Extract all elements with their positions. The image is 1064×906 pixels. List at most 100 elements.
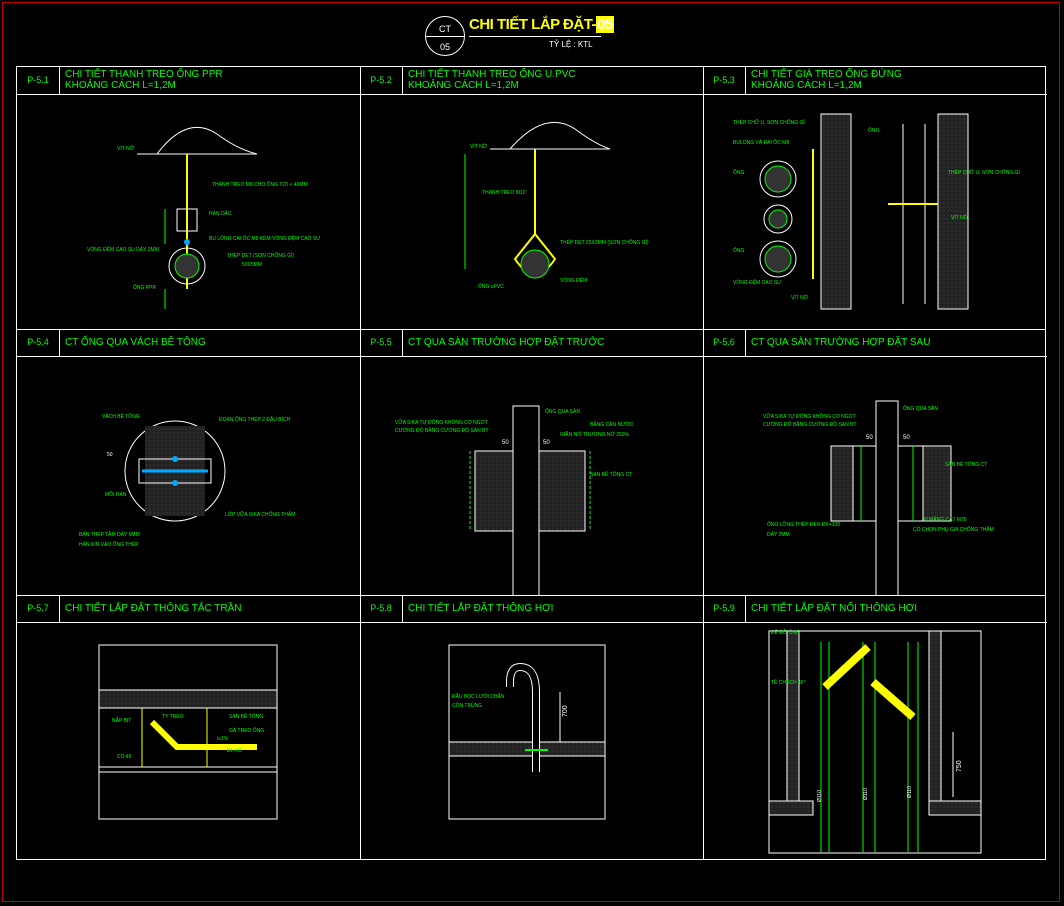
label-weld: HÀN KÍN VÀO ỐNG THÉP [79, 541, 139, 548]
label-slope: i≥1% [217, 736, 229, 742]
label-wall: VÁCH BÊ TÔNG [102, 412, 140, 420]
cell-title: CHI TIẾT LẮP ĐẶT THÔNG HƠI [408, 603, 554, 614]
label-vit-no: VÍT NỞ [791, 294, 809, 301]
cell-p5-3: P-5.3 CHI TIẾT GIÁ TREO ỐNG ĐỨNG KHOẢNG C… [703, 67, 1047, 329]
label-sleeve: ỐNG LỒNG THÉP ĐEN ĐK+100 [767, 521, 840, 528]
label-rod: TY TREO [162, 714, 184, 720]
label-pipe: ỐNG uPVC [478, 283, 504, 290]
cell-id: P-5.6 [703, 329, 746, 356]
label-grout: LỚP VỮA SIKA CHỐNG THẤM [225, 511, 295, 518]
label-pipe: ỐNG QUA SÀN [903, 405, 938, 412]
sheet-title: CHI TIẾT LẮP ĐẶT-05 [469, 16, 614, 33]
detail-grid: P-5.1 CHI TIẾT THANH TREO ỐNG PPR KHOẢNG … [16, 66, 1047, 861]
dim-50: 50 [107, 452, 113, 458]
pipe-size: Ø110 [863, 788, 869, 800]
label-vit-no2: VÍT NỞ [951, 214, 969, 221]
label-thick: DÀY 2MM [767, 531, 790, 538]
label-pipe1: ỐNG [733, 169, 745, 176]
title-underline [469, 36, 601, 37]
label-pipe: ỐNG QUA SÀN [545, 408, 580, 415]
dim-700: 700 [562, 705, 569, 717]
cell-title: CHI TIẾT LẮP ĐẶT NỐI THÔNG HƠI [751, 603, 918, 614]
label-pipe: ỐNG PPR [133, 284, 156, 291]
label-ring: VÒNG ĐỆM [560, 276, 587, 284]
cell-id: P-5.4 [17, 329, 60, 356]
label-nut: HÀN DẶC [209, 210, 232, 217]
cell-p5-1: P-5.1 CHI TIẾT THANH TREO ỐNG PPR KHOẢNG … [17, 67, 360, 329]
label-rod: THANH TREO M8 CHO ỐNG TỚI < 40MM [212, 181, 308, 188]
label-swell: GIÃN NỞ TRƯƠNG NỞ 250% [560, 431, 630, 438]
label-mortar2: CƯỜNG ĐỘ BẰNG CƯỜNG ĐỘ SÀN BT [763, 420, 857, 428]
sheet-title-block: CT 05 CHI TIẾT LẮP ĐẶT-05 TỶ LỆ : KTL [425, 12, 625, 58]
cell-p5-7: P-5.7 CHI TIẾT LẮP ĐẶT THÔNG TẮC TRẦN NẮ… [17, 595, 360, 861]
cell-p5-9: P-5.9 CHI TIẾT LẮP ĐẶT NỐI THÔNG HƠI ĐỀ … [703, 595, 1047, 861]
label-pipe: ĐỀ ĐỠ ỐNG [771, 629, 800, 636]
label-clamp: THÉP DẸT (SƠN CHỐNG GỈ) [227, 252, 294, 259]
dim-50: 50 [502, 440, 509, 446]
label-rod: THANH TREO M10 [482, 190, 526, 196]
drawing-wall-sleeve: VÁCH BÊ TÔNG ĐOẠN ỐNG THÉP 2 ĐẦU BÍCH LỚ… [79, 412, 295, 548]
drawing-vent: ĐẦU BỌC LƯỚI CHẮN CÔN TRÙNG 700 [448, 644, 606, 820]
cell-title: CHI TIẾT THANH TREO ỐNG U.PVC KHOẢNG CÁCH… [408, 69, 576, 91]
label-ceiling: SÀN BÊ TÔNG [229, 712, 263, 720]
label-vit-no: VÍT NỞ [470, 143, 488, 150]
cell-id: P-5.5 [360, 329, 403, 356]
label-bolt: BU LÔNG CAI ỐC M8 KÈM VÒNG ĐỆM CAO SU [209, 234, 320, 242]
label-cap: NẮP BỊT [112, 716, 131, 724]
label-rubber: VÒNG ĐỆM CAO SU [733, 278, 781, 286]
cell-title: CT QUA SÀN TRƯỜNG HỢP ĐẶT TRƯỚC [408, 337, 605, 348]
label-bolt: BULONG VÀ ĐAI ỐC M8 [733, 139, 789, 146]
label-slab: SÀN BÊ TÔNG CT [590, 470, 632, 478]
label-mortar2: CƯỜNG ĐỘ BẰNG CƯỜNG ĐỘ SÀN BT [395, 426, 489, 434]
label-pipe2: ỐNG [733, 247, 745, 254]
pipe-size: Ø110 [817, 790, 823, 802]
cell-p5-5: P-5.5 CT QUA SÀN TRƯỜNG HỢP ĐẶT TRƯỚC VỮ… [360, 329, 703, 595]
cell-title: CHI TIẾT LẮP ĐẶT THÔNG TẮC TRẦN [65, 603, 242, 614]
cell-title: CHI TIẾT THANH TREO ỐNG PPR KHOẢNG CÁCH L… [65, 69, 223, 91]
cell-p5-2: P-5.2 CHI TIẾT THANH TREO ỐNG U.PVC KHOẢN… [360, 67, 703, 329]
drawing-riser-bracket: THÉP CHỮ U, SƠN CHỐNG GỈ BULONG VÀ ĐAI Ố… [733, 113, 1020, 310]
cell-id: P-5.1 [17, 67, 60, 94]
label-rubber: VÒNG ĐỆM CAO SU DÀY 3MM [87, 245, 159, 253]
cell-p5-6: P-5.6 CT QUA SÀN TRƯỜNG HỢP ĐẶT SAU VỮA … [703, 329, 1047, 595]
label-additive2: CÓ CHỌN PHỤ GIA CHỐNG THẤM [913, 526, 994, 533]
label-clamp-size: 50X5MM [242, 262, 262, 268]
drawing-hanger-upvc: VÍT NỞ THANH TREO M10 THÉP DẸT 25X3MM (S… [464, 121, 649, 290]
label-strap: THÉP DẸT 25X3MM (SƠN CHỐNG GỈ) [560, 239, 649, 246]
label-slab: SÀN BÊ TÔNG CT [945, 460, 987, 468]
cell-id: P-5.9 [703, 595, 746, 622]
drawing-ceiling-cleanout: NẮP BỊT TY TREO SÀN BÊ TÔNG GÁ TREO ỐNG … [98, 644, 278, 820]
label-steel: THÉP CHỮ U, SƠN CHỐNG GỈ [733, 119, 805, 126]
title-highlight: 05 [596, 16, 614, 33]
label-dn: ĐL=65 [227, 748, 242, 754]
ct-label: CT [439, 24, 451, 34]
cell-title: CHI TIẾT GIÁ TREO ỐNG ĐỨNG KHOẢNG CÁCH L=… [751, 69, 902, 91]
cell-id: P-5.7 [17, 595, 60, 622]
cell-p5-4: P-5.4 CT ỐNG QUA VÁCH BÊ TÔNG VÁCH BÊ TÔ… [17, 329, 360, 595]
label-pipe3: ỐNG [868, 127, 880, 134]
drawing-vent-branch: ĐỀ ĐỠ ỐNG TÊ CHẾCH 45° 750 Ø110 Ø110 Ø11… [768, 629, 982, 854]
label-hanger: GÁ TREO ỐNG [229, 727, 264, 734]
cell-title: CT ỐNG QUA VÁCH BÊ TÔNG [65, 337, 206, 348]
drawing-slab-pre: VỮA SIKA TỰ ĐÔNG KHÔNG CO NGÓT CƯỜNG ĐỘ … [395, 405, 634, 595]
label-head1: ĐẦU BỌC LƯỚI CHẮN [452, 692, 505, 700]
label-branch: TÊ CHẾCH 45° [771, 678, 806, 686]
drawing-hanger-ppr: VÍT NỞ THANH TREO M8 CHO ỐNG TỚI < 40MM … [87, 126, 320, 309]
label-sleeve: ĐOẠN ỐNG THÉP 2 ĐẦU BÍCH [219, 416, 291, 423]
label-tape: BĂNG CẢN NƯỚC [590, 421, 634, 428]
ct-number: 05 [439, 42, 450, 52]
label-head2: CÔN TRÙNG [452, 702, 482, 709]
detail-bubble: CT 05 [425, 16, 465, 56]
label-mortar1: VỮA SIKA TỰ ĐÔNG KHÔNG CO NGÓT [763, 413, 856, 420]
label-anchor: MỐI HÀN [105, 491, 127, 498]
label-vit-no: VÍT NỞ [117, 145, 135, 152]
label-steel2: THÉP CHỮ U, SƠN CHỐNG GỈ [948, 169, 1020, 176]
dim-750: 750 [956, 760, 963, 772]
label-plate: BẢN THÉP TẤM DÀY 6MM [79, 531, 140, 538]
scale-label: TỶ LỆ : KTL [549, 40, 593, 49]
cell-title: CT QUA SÀN TRƯỜNG HỢP ĐẶT SAU [751, 337, 931, 348]
label-co: CO 45 [117, 754, 132, 760]
cell-id: P-5.2 [360, 67, 403, 94]
dim-50: 50 [866, 435, 873, 441]
pipe-size: Ø110 [907, 786, 913, 798]
